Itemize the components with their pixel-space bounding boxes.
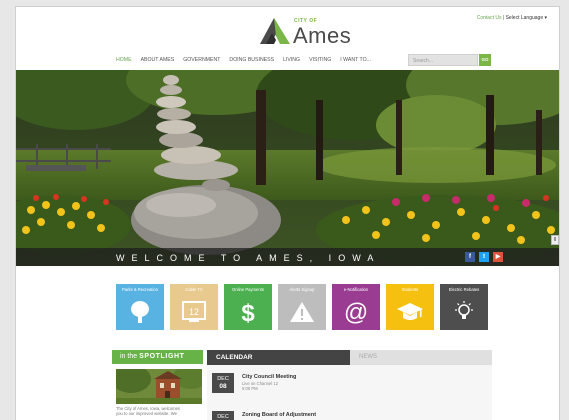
search-go-button[interactable]: GO xyxy=(479,54,491,66)
tile-online-payments[interactable]: Online Payments $ xyxy=(224,284,272,330)
spotlight-text: The City of Ames, Iowa, welcomes you to … xyxy=(116,406,204,417)
logo-name: Ames xyxy=(293,23,352,48)
event-month: DEC xyxy=(217,414,229,420)
tile-alerts-signup[interactable]: Alerts Signup xyxy=(278,284,326,330)
spotlight-text-line: you to our improved website. We xyxy=(116,411,177,417)
main-nav: HOME ABOUT AMES GOVERNMENT DOING BUSINES… xyxy=(116,57,371,67)
nav-item-i-want-to[interactable]: I WANT TO... xyxy=(340,57,371,67)
graduation-cap-icon xyxy=(386,297,434,327)
twitter-icon[interactable]: t xyxy=(479,252,489,262)
hero-photo xyxy=(16,70,559,266)
at-sign-icon: @ xyxy=(332,297,380,327)
nav-item-visiting[interactable]: VISITING xyxy=(309,57,331,67)
search-input[interactable]: Search... xyxy=(408,54,478,66)
warning-icon xyxy=(278,297,326,327)
logo-mark-icon xyxy=(260,18,290,44)
tab-news[interactable]: NEWS xyxy=(350,350,492,365)
calendar-list: DEC 08 City Council Meeting Live on Chan… xyxy=(207,365,492,420)
calendar-event[interactable]: DEC 08 City Council Meeting Live on Chan… xyxy=(212,373,482,395)
calendar-event[interactable]: DEC Zoning Board of Adjustment xyxy=(212,411,482,420)
tile-label: Electric Rebates xyxy=(448,287,480,292)
utility-separator: | xyxy=(502,15,505,21)
hero-banner: WELCOME TO AMES, IOWA f t ▶ II xyxy=(16,70,559,266)
nav-item-home[interactable]: HOME xyxy=(116,57,132,67)
facebook-icon[interactable]: f xyxy=(465,252,475,262)
spotlight-image[interactable] xyxy=(116,369,202,404)
tile-label: Cable TV xyxy=(185,287,203,292)
select-language-dropdown[interactable]: Select Language ▾ xyxy=(506,15,547,21)
svg-text:12: 12 xyxy=(189,307,199,317)
nav-item-living[interactable]: LIVING xyxy=(283,57,300,67)
event-title[interactable]: Zoning Board of Adjustment xyxy=(242,412,316,418)
contact-us-link[interactable]: Contact Us xyxy=(477,15,502,21)
spotlight-prefix: in the xyxy=(120,353,138,360)
event-detail-line: 6:00 PM xyxy=(242,386,258,391)
event-details: Live on Channel 12 6:00 PM xyxy=(242,381,278,391)
tv-icon: 12 xyxy=(170,297,218,327)
tile-label: Students xyxy=(401,287,419,292)
dollar-icon: $ xyxy=(224,297,272,327)
nav-item-about-ames[interactable]: ABOUT AMES xyxy=(141,57,175,67)
svg-text:@: @ xyxy=(344,300,368,324)
hero-caption-band: WELCOME TO AMES, IOWA f t ▶ xyxy=(16,248,559,266)
tile-label: Parks & Recreation xyxy=(121,287,159,292)
event-title[interactable]: City Council Meeting xyxy=(242,374,296,380)
tile-parks-recreation[interactable]: Parks & Recreation xyxy=(116,284,164,330)
hero-caption: WELCOME TO AMES, IOWA xyxy=(116,253,381,263)
tile-students[interactable]: Students xyxy=(386,284,434,330)
event-date: DEC xyxy=(212,411,234,420)
tile-label: e-Notification xyxy=(343,287,369,292)
social-links: f t ▶ xyxy=(465,252,503,262)
tree-icon xyxy=(116,297,164,327)
nav-item-doing-business[interactable]: DOING BUSINESS xyxy=(229,57,274,67)
tab-calendar[interactable]: CALENDAR xyxy=(207,350,350,365)
event-month: DEC xyxy=(217,376,229,382)
tile-cable-tv[interactable]: Cable TV 12 xyxy=(170,284,218,330)
nav-item-government[interactable]: GOVERNMENT xyxy=(183,57,220,67)
tile-e-notification[interactable]: e-Notification @ xyxy=(332,284,380,330)
event-date: DEC 08 xyxy=(212,373,234,393)
event-day: 08 xyxy=(219,383,227,390)
lightbulb-icon xyxy=(440,297,488,327)
page-frame: Contact Us | Select Language ▾ CITY OF A… xyxy=(15,6,560,420)
pause-slideshow-button[interactable]: II xyxy=(551,235,559,245)
city-logo[interactable]: CITY OF Ames xyxy=(256,15,351,49)
spotlight-title: SPOTLIGHT xyxy=(139,353,185,360)
svg-text:$: $ xyxy=(241,300,255,324)
youtube-icon[interactable]: ▶ xyxy=(493,252,503,262)
tile-electric-rebates[interactable]: Electric Rebates xyxy=(440,284,488,330)
tile-label: Online Payments xyxy=(232,287,264,292)
utility-links: Contact Us | Select Language ▾ xyxy=(477,15,547,21)
spotlight-heading: in the SPOTLIGHT xyxy=(112,350,203,364)
tile-label: Alerts Signup xyxy=(289,287,315,292)
quick-links: Parks & Recreation Cable TV 12 Online Pa… xyxy=(116,284,488,330)
